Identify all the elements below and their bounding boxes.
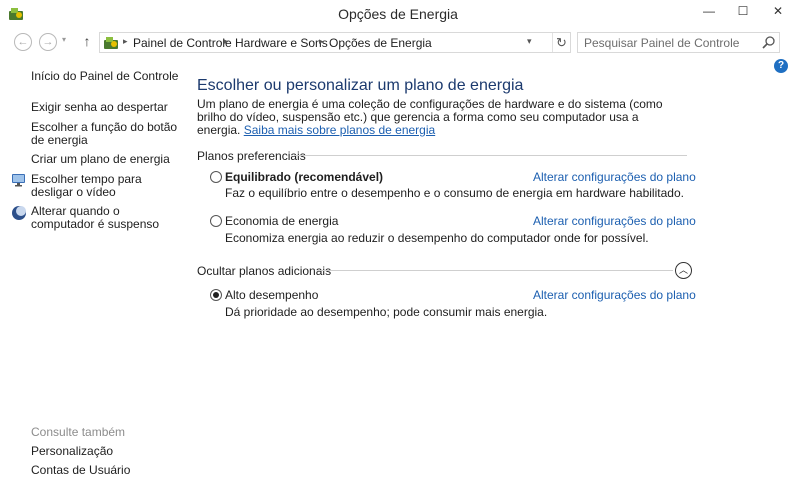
sidebar-item-sleep[interactable]: Alterar quando o computador é suspenso [31, 205, 181, 231]
see-also-user-accounts-link[interactable]: Contas de Usuário [31, 464, 130, 477]
sidebar-item-label: Escolher a função do botão de energia [31, 120, 178, 147]
learn-more-link[interactable]: Saiba mais sobre planos de energia [244, 123, 435, 137]
up-button[interactable]: ↑ [80, 33, 94, 51]
plan-balanced-desc: Faz o equilíbrio entre o desempenho e o … [225, 186, 684, 200]
sidebar-item-create-plan[interactable]: Criar um plano de energia [31, 153, 181, 166]
sidebar-item-label: Escolher tempo para desligar o vídeo [31, 172, 142, 199]
preferred-plans-heading: Planos preferenciais [197, 149, 306, 163]
plan-high-performance-name[interactable]: Alto desempenho [225, 288, 318, 302]
sidebar-item-label: Alterar quando o computador é suspenso [31, 204, 160, 231]
refresh-button[interactable]: ↻ [552, 33, 570, 52]
sidebar-item-display-off[interactable]: Escolher tempo para desligar o vídeo [31, 173, 181, 199]
control-panel-icon [103, 35, 119, 51]
breadcrumb-separator[interactable]: ▸ [224, 36, 229, 47]
plan-high-performance-radio[interactable] [210, 289, 222, 301]
breadcrumb-separator[interactable]: ▸ [319, 36, 324, 47]
search-placeholder: Pesquisar Painel de Controle [584, 36, 740, 50]
recent-locations-button[interactable]: ▾ [62, 35, 66, 44]
sidebar-item-label: Criar um plano de energia [31, 152, 170, 166]
plan-balanced-name[interactable]: Equilibrado (recomendável) [225, 170, 383, 184]
moon-sleep-icon [11, 205, 27, 221]
page-title: Escolher ou personalizar um plano de ene… [197, 77, 524, 94]
plan-high-performance-settings-link[interactable]: Alterar configurações do plano [533, 288, 696, 302]
sidebar-item-label: Início do Painel de Controle [31, 69, 179, 83]
breadcrumb-energia[interactable]: Opções de Energia [329, 36, 432, 50]
plan-saver-settings-link[interactable]: Alterar configurações do plano [533, 214, 696, 228]
plan-saver-radio[interactable] [210, 215, 222, 227]
search-icon[interactable] [761, 35, 777, 51]
breadcrumb-hardware[interactable]: Hardware e Sons [235, 36, 328, 50]
maximize-button[interactable]: ☐ [726, 0, 760, 22]
divider [318, 270, 673, 271]
navigation-bar: ← → ▾ ↑ ▸ Painel de Controle ▸ Hardware … [0, 28, 796, 56]
sidebar-item-power-button[interactable]: Escolher a função do botão de energia [31, 121, 181, 147]
help-icon[interactable]: ? [774, 59, 788, 73]
breadcrumb-painel[interactable]: Painel de Controle [133, 36, 232, 50]
sidebar-item-password-wakeup[interactable]: Exigir senha ao despertar [31, 101, 181, 114]
address-bar[interactable]: ▸ Painel de Controle ▸ Hardware e Sons ▸… [99, 32, 571, 53]
plan-balanced-radio[interactable] [210, 171, 222, 183]
plan-balanced-settings-link[interactable]: Alterar configurações do plano [533, 170, 696, 184]
hidden-plans-heading[interactable]: Ocultar planos adicionais [197, 264, 331, 278]
monitor-power-icon [11, 172, 27, 188]
plan-saver-name[interactable]: Economia de energia [225, 214, 338, 228]
window-title: Opções de Energia [338, 6, 458, 22]
page-description: Um plano de energia é uma coleção de con… [197, 98, 677, 137]
sidebar-item-home[interactable]: Início do Painel de Controle [31, 70, 181, 83]
see-also-heading: Consulte também [31, 425, 126, 439]
address-dropdown-button[interactable]: ▾ [527, 36, 532, 47]
plan-high-performance-desc: Dá prioridade ao desempenho; pode consum… [225, 305, 548, 319]
forward-button[interactable]: → [39, 33, 57, 51]
minimize-button[interactable]: — [692, 0, 726, 22]
sidebar-item-label: Exigir senha ao despertar [31, 100, 168, 114]
breadcrumb-separator[interactable]: ▸ [123, 36, 128, 47]
plan-saver-desc: Economiza energia ao reduzir o desempenh… [225, 231, 649, 245]
title-bar: Opções de Energia — ☐ ✕ [0, 0, 796, 28]
see-also-personalization-link[interactable]: Personalização [31, 445, 113, 458]
divider [294, 155, 687, 156]
collapse-chevron-icon[interactable]: ︿ [675, 262, 692, 279]
back-button[interactable]: ← [14, 33, 32, 51]
search-input[interactable]: Pesquisar Painel de Controle [577, 32, 780, 53]
close-button[interactable]: ✕ [760, 0, 796, 22]
